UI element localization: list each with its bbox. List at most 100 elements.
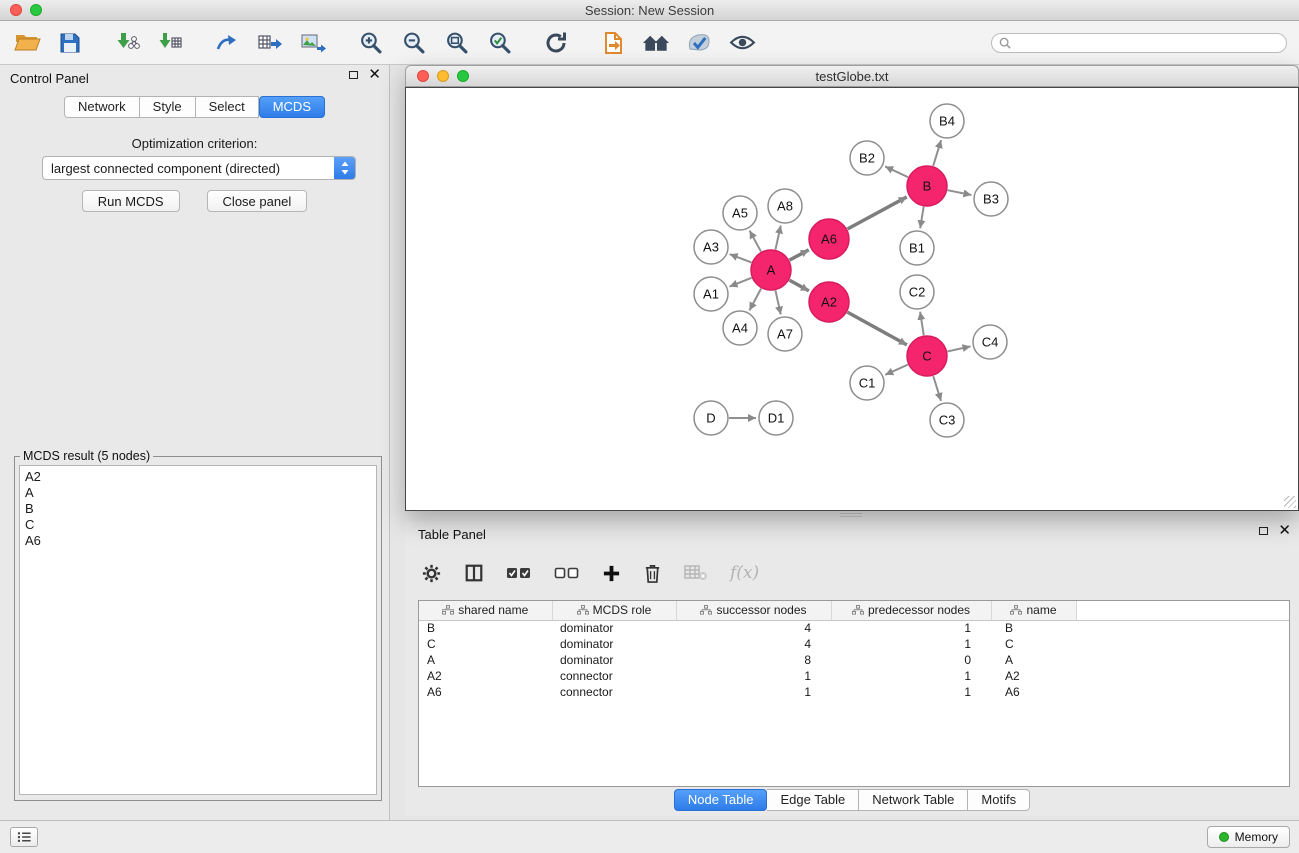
close-panel-icon[interactable]: ✕	[368, 70, 381, 80]
network-node-C4[interactable]: C4	[973, 325, 1007, 359]
table-cell[interactable]: 1	[831, 636, 991, 652]
mcds-result-item[interactable]: A6	[20, 533, 376, 549]
network-node-A1[interactable]: A1	[694, 277, 728, 311]
network-node-A4[interactable]: A4	[723, 311, 757, 345]
select-all-columns-button[interactable]	[506, 565, 532, 581]
tab-node-table[interactable]: Node Table	[674, 789, 768, 811]
network-node-B[interactable]: B	[907, 166, 947, 206]
mcds-result-item[interactable]: A	[20, 485, 376, 501]
column-header-name[interactable]: name	[991, 601, 1076, 620]
network-edge-B-B2[interactable]	[885, 166, 908, 177]
table-row[interactable]: Cdominator41C	[419, 636, 1289, 652]
network-node-A8[interactable]: A8	[768, 189, 802, 223]
table-cell[interactable]: 1	[831, 668, 991, 684]
criterion-dropdown[interactable]: largest connected component (directed)	[42, 156, 356, 180]
column-header-predecessor-nodes[interactable]: predecessor nodes	[831, 601, 991, 620]
tab-motifs[interactable]: Motifs	[968, 789, 1030, 811]
table-cell[interactable]: 8	[676, 652, 831, 668]
network-node-A7[interactable]: A7	[768, 317, 802, 351]
save-session-button[interactable]	[55, 28, 85, 58]
table-cell[interactable]: connector	[552, 684, 676, 700]
table-cell[interactable]: connector	[552, 668, 676, 684]
apply-style-button[interactable]	[684, 28, 714, 58]
network-node-A5[interactable]: A5	[723, 196, 757, 230]
network-edge-A-A6[interactable]	[790, 250, 809, 260]
tab-edge-table[interactable]: Edge Table	[767, 789, 859, 811]
table-cell[interactable]: 1	[831, 684, 991, 700]
network-edge-C-C2[interactable]	[920, 312, 924, 335]
table-row[interactable]: Bdominator41B	[419, 620, 1289, 636]
network-edge-C-C1[interactable]	[885, 365, 908, 375]
network-edge-A-A7[interactable]	[775, 291, 780, 315]
zoom-fit-button[interactable]	[441, 28, 471, 58]
table-cell[interactable]: 0	[831, 652, 991, 668]
network-edge-A-A2[interactable]	[789, 280, 808, 291]
import-table-button[interactable]	[155, 28, 185, 58]
table-settings-button[interactable]	[421, 563, 442, 584]
unselect-all-columns-button[interactable]	[554, 565, 580, 581]
float-panel-icon[interactable]	[349, 71, 358, 79]
search-input[interactable]	[1016, 36, 1279, 50]
tab-style[interactable]: Style	[140, 96, 196, 118]
open-session-button[interactable]	[12, 28, 42, 58]
table-cell[interactable]: 1	[676, 684, 831, 700]
search-box[interactable]	[991, 33, 1287, 53]
network-node-C[interactable]: C	[907, 336, 947, 376]
refresh-button[interactable]	[541, 28, 571, 58]
table-cell[interactable]: dominator	[552, 636, 676, 652]
network-edge-B-B1[interactable]	[920, 207, 923, 229]
splitter-grip[interactable]	[840, 513, 862, 519]
network-edge-A-A4[interactable]	[749, 289, 761, 311]
mcds-result-item[interactable]: A2	[20, 469, 376, 485]
new-network-button[interactable]	[212, 28, 242, 58]
import-network-button[interactable]	[112, 28, 142, 58]
network-edge-B-B3[interactable]	[948, 190, 972, 195]
table-cell[interactable]: C	[991, 636, 1076, 652]
close-table-panel-icon[interactable]: ✕	[1278, 526, 1291, 536]
table-row[interactable]: Adominator80A	[419, 652, 1289, 668]
column-header-successor-nodes[interactable]: successor nodes	[676, 601, 831, 620]
open-recent-file-button[interactable]	[598, 28, 628, 58]
network-edge-A6-B[interactable]	[847, 197, 906, 229]
network-node-D[interactable]: D	[694, 401, 728, 435]
table-cell[interactable]: A2	[991, 668, 1076, 684]
table-cell[interactable]: B	[991, 620, 1076, 636]
tab-mcds[interactable]: MCDS	[259, 96, 325, 118]
network-node-B2[interactable]: B2	[850, 141, 884, 175]
table-cell[interactable]: C	[419, 636, 552, 652]
table-cell[interactable]: dominator	[552, 652, 676, 668]
tab-network-table[interactable]: Network Table	[859, 789, 968, 811]
function-builder-button[interactable]: f(x)	[730, 563, 759, 583]
table-row[interactable]: A6connector11A6	[419, 684, 1289, 700]
table-cell[interactable]: A	[419, 652, 552, 668]
table-cell[interactable]: 4	[676, 620, 831, 636]
table-cell[interactable]: B	[419, 620, 552, 636]
network-node-B1[interactable]: B1	[900, 231, 934, 265]
network-edge-A-A1[interactable]	[730, 278, 752, 287]
network-edge-C-C4[interactable]	[947, 346, 970, 351]
network-node-A[interactable]: A	[751, 250, 791, 290]
close-panel-button[interactable]: Close panel	[207, 190, 308, 212]
network-node-A2[interactable]: A2	[809, 282, 849, 322]
delete-table-button[interactable]	[684, 564, 708, 582]
network-edge-A-A8[interactable]	[775, 226, 780, 250]
table-cell[interactable]: A6	[419, 684, 552, 700]
zoom-out-button[interactable]	[398, 28, 428, 58]
network-node-D1[interactable]: D1	[759, 401, 793, 435]
network-node-C3[interactable]: C3	[930, 403, 964, 437]
network-edge-B-B4[interactable]	[933, 140, 941, 166]
panel-list-button[interactable]	[10, 827, 38, 847]
network-node-C2[interactable]: C2	[900, 275, 934, 309]
mcds-result-item[interactable]: C	[20, 517, 376, 533]
tab-select[interactable]: Select	[196, 96, 259, 118]
network-node-A6[interactable]: A6	[809, 219, 849, 259]
show-columns-button[interactable]	[464, 563, 484, 583]
network-node-B3[interactable]: B3	[974, 182, 1008, 216]
network-edge-A-A5[interactable]	[750, 231, 761, 252]
table-cell[interactable]: dominator	[552, 620, 676, 636]
delete-row-button[interactable]	[643, 563, 662, 584]
network-node-A3[interactable]: A3	[694, 230, 728, 264]
resize-grip[interactable]	[1284, 496, 1296, 508]
tab-network[interactable]: Network	[64, 96, 140, 118]
mcds-result-list[interactable]: A2ABCA6	[19, 465, 377, 795]
